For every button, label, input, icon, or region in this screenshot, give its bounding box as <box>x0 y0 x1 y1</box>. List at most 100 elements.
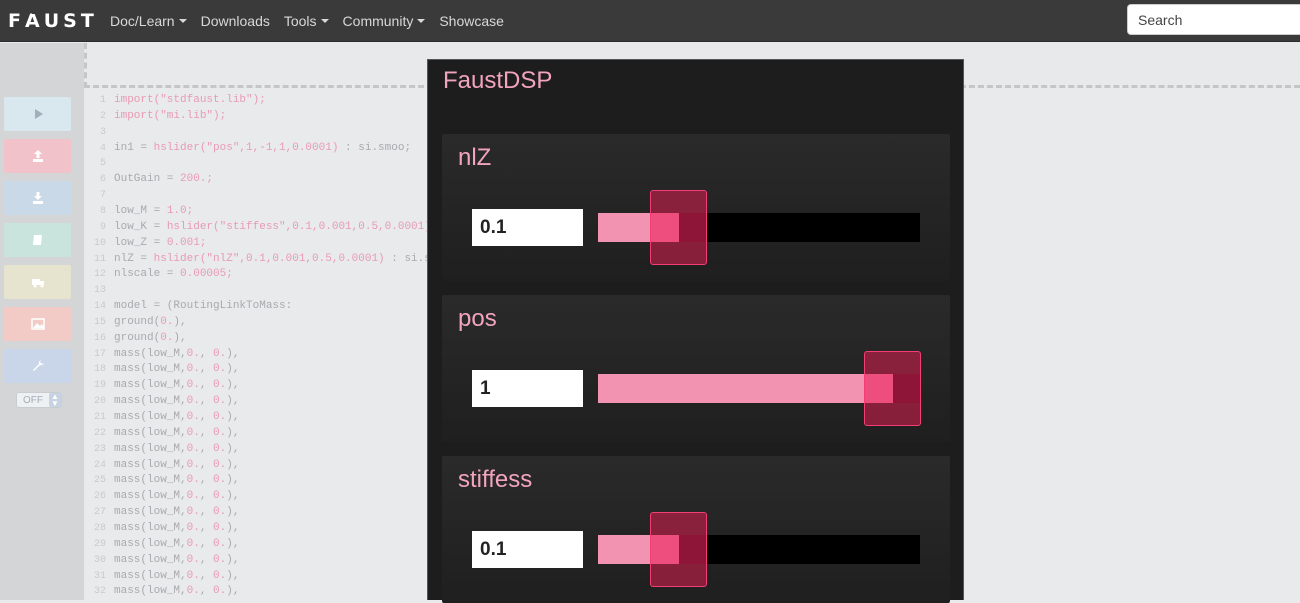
line-number: 12 <box>93 269 106 281</box>
left-toolbar: OFF ▲ ▼ <box>0 43 84 600</box>
code-token: in1 = <box>114 141 154 154</box>
code-text: mass(low_M,0., 0.), <box>114 490 239 502</box>
code-token: ground( <box>114 315 161 328</box>
code-token: ), <box>226 411 240 423</box>
search-input[interactable] <box>1127 4 1300 35</box>
play-icon <box>30 106 46 122</box>
code-token: , <box>199 585 214 598</box>
code-token: , <box>199 474 214 487</box>
code-text: mass(low_M,0., 0.), <box>114 459 239 471</box>
code-token: ), <box>226 363 240 376</box>
code-token: 0. <box>213 426 227 439</box>
audio-toggle[interactable]: OFF ▲ ▼ <box>16 392 62 408</box>
code-token: ), <box>173 331 187 344</box>
code-token: 0. <box>213 521 227 534</box>
slider-fill <box>598 374 893 403</box>
code-token: mass(low_M, <box>114 363 187 376</box>
code-token: 0. <box>213 474 227 487</box>
line-number: 10 <box>93 237 106 249</box>
code-token: ), <box>226 379 240 392</box>
download-button[interactable] <box>4 181 71 215</box>
line-number: 23 <box>93 443 106 455</box>
code-text: in1 = hslider("pos",1,-1,1,0.0001) : si.… <box>114 142 411 154</box>
code-token: mass(low_M, <box>114 395 187 408</box>
slider-thumb[interactable] <box>864 351 921 426</box>
code-token: 0. <box>186 411 200 423</box>
code-token: 0. <box>213 379 227 392</box>
code-token: ), <box>226 537 240 550</box>
slider-track[interactable] <box>598 535 920 564</box>
code-token: : si.smoo; <box>338 141 412 154</box>
slider-group-stiffess: stiffess 0.1 <box>442 456 950 603</box>
code-text: nlscale = 0.00005; <box>114 268 233 280</box>
line-number: 29 <box>93 538 106 550</box>
slider-value-input[interactable]: 0.1 <box>472 209 583 246</box>
slider-thumb[interactable] <box>650 190 707 265</box>
image-button[interactable] <box>4 307 71 341</box>
slider-value-input[interactable]: 1 <box>472 370 583 407</box>
faust-logo[interactable]: FA UST <box>8 10 98 32</box>
toggle-spinner-icon[interactable]: ▲ ▼ <box>49 393 61 408</box>
code-token: mass(low_M, <box>114 569 187 582</box>
code-token: model = (RoutingLinkToMass: <box>114 300 293 313</box>
code-text: mass(low_M,0., 0.), <box>114 363 239 375</box>
code-token: 0. <box>213 458 227 471</box>
code-token: , <box>199 363 214 376</box>
truck-button[interactable] <box>4 265 71 299</box>
code-token: low_M = <box>114 204 167 217</box>
nav-item-label: Tools <box>283 13 317 29</box>
nav-item-doc-learn[interactable]: Doc/Learn <box>110 13 187 29</box>
slider-track[interactable] <box>598 213 920 242</box>
slider-thumb-highlight <box>651 213 679 242</box>
code-token: ), <box>226 395 240 408</box>
line-number: 21 <box>93 412 106 423</box>
code-token: hslider("pos",1,-1,1,0.0001) <box>153 141 339 154</box>
line-number: 31 <box>93 570 106 582</box>
wrench-button[interactable] <box>4 349 71 383</box>
nav-item-downloads[interactable]: Downloads <box>201 13 270 29</box>
upload-button[interactable] <box>4 139 71 173</box>
line-number: 8 <box>99 205 106 217</box>
slider-value-input[interactable]: 0.1 <box>472 531 583 568</box>
code-token: ), <box>226 490 240 503</box>
code-text: mass(low_M,0., 0.), <box>114 522 239 534</box>
logo-letter: A <box>24 10 44 32</box>
code-token: ), <box>226 426 240 439</box>
code-text: mass(low_M,0., 0.), <box>114 348 239 360</box>
nav-item-tools[interactable]: Tools <box>284 13 329 29</box>
code-token: ), <box>226 458 240 471</box>
code-token: , <box>199 569 214 582</box>
book-icon <box>30 232 46 248</box>
code-token: 0. <box>186 474 200 487</box>
code-token: 0. <box>213 347 227 360</box>
code-editor[interactable]: 1 import("stdfaust.lib"); 2 import("mi.lib"… <box>84 92 427 600</box>
slider-thumb[interactable] <box>650 512 707 587</box>
code-token: mass(low_M, <box>114 442 187 455</box>
code-token: import("mi.lib"); <box>114 109 227 122</box>
code-token: , <box>199 521 214 534</box>
code-token: , <box>199 395 214 408</box>
code-token: 0. <box>186 347 200 360</box>
nav-item-showcase[interactable]: Showcase <box>439 13 504 29</box>
nav-item-community[interactable]: Community <box>343 13 426 29</box>
code-token: 0.001; <box>166 236 207 249</box>
logo-letter: T <box>80 10 98 32</box>
dsp-title: FaustDSP <box>443 67 553 94</box>
line-number: 5 <box>99 158 106 170</box>
play-button[interactable] <box>4 97 71 131</box>
line-number: 2 <box>99 110 106 122</box>
line-number: 9 <box>99 221 106 233</box>
slider-thumb-core <box>865 374 920 403</box>
code-token: , <box>199 411 214 423</box>
code-token: 0. <box>186 395 200 408</box>
line-number: 17 <box>93 348 106 360</box>
code-token: 0. <box>186 490 200 503</box>
book-button[interactable] <box>4 223 71 257</box>
main-nav: Doc/Learn Downloads Tools Community Showcase <box>110 0 518 42</box>
code-token: , <box>199 490 214 503</box>
code-token: , <box>199 379 214 392</box>
code-token: , <box>199 442 214 455</box>
code-token: 0.00005; <box>180 268 233 281</box>
line-number: 14 <box>93 301 106 313</box>
caret-down-icon <box>320 19 329 23</box>
